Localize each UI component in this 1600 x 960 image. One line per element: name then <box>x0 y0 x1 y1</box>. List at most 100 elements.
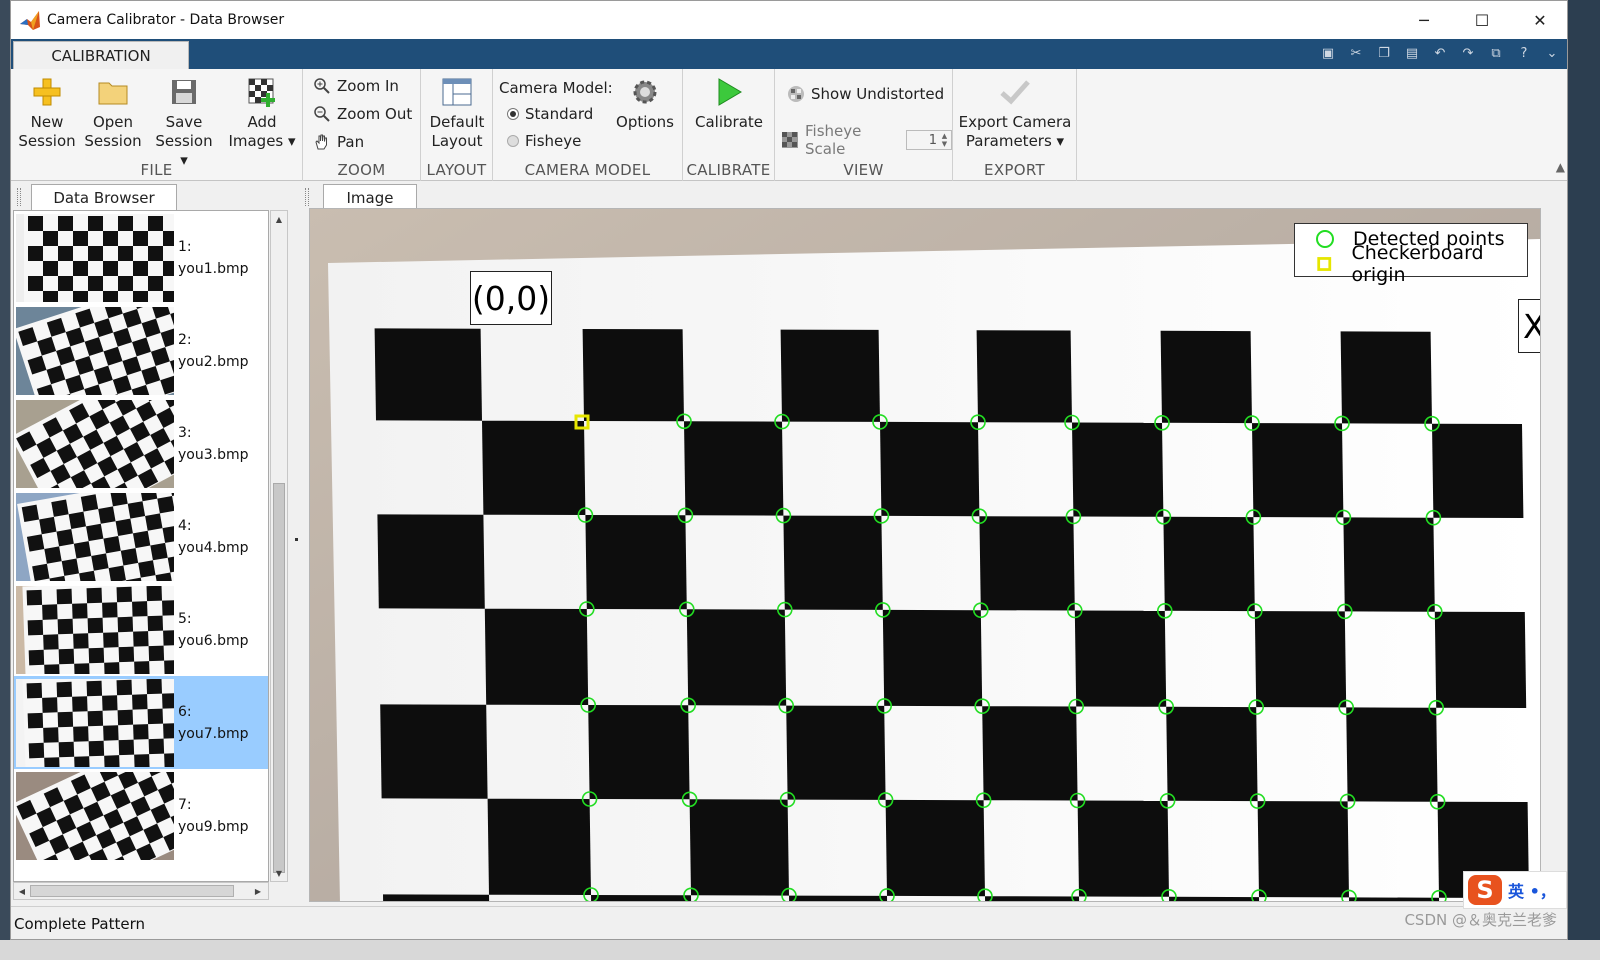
detected-point-icon <box>1316 230 1334 248</box>
tab-image[interactable]: Image <box>323 184 417 210</box>
panel-grip-icon[interactable] <box>17 188 21 206</box>
checker-square <box>484 608 589 705</box>
copy-icon[interactable]: ❐ <box>1373 42 1395 64</box>
origin-coordinate-label: (0,0) <box>470 271 552 325</box>
scroll-left-icon[interactable]: ◀ <box>14 883 30 899</box>
list-item-index: 6: <box>178 703 192 720</box>
save-icon[interactable]: ▣ <box>1317 42 1339 64</box>
camera-model-heading: Camera Model: <box>499 79 613 97</box>
scroll-right-icon[interactable]: ▶ <box>250 883 266 899</box>
checker-square <box>1343 517 1435 612</box>
options-button[interactable]: Options <box>613 75 677 132</box>
list-item[interactable]: 5: you6.bmp <box>14 583 268 676</box>
list-item-index: 4: <box>178 517 192 534</box>
export-group-label: EXPORT <box>984 161 1045 179</box>
calibrate-group: Calibrate CALIBRATE <box>683 69 775 181</box>
floppy-disk-icon <box>167 75 201 109</box>
checker-square <box>985 896 1080 901</box>
new-session-button[interactable]: New Session <box>18 75 76 151</box>
checker-square <box>1169 896 1260 901</box>
legend: Detected points Checkerboard origin <box>1294 223 1528 286</box>
collapse-ribbon-icon[interactable]: ▲ <box>1556 160 1565 174</box>
list-item[interactable]: 3: you3.bmp <box>14 397 268 490</box>
ime-indicator[interactable]: S 英 •， <box>1463 871 1567 909</box>
image-panel-grip-icon[interactable] <box>305 188 309 206</box>
fisheye-label: Fisheye <box>525 132 582 150</box>
list-item-filename: you1.bmp <box>178 260 249 277</box>
undo-icon[interactable]: ↶ <box>1429 42 1451 64</box>
list-item-filename: you3.bmp <box>178 446 249 463</box>
checker-square <box>1434 611 1527 708</box>
spinner-arrows-icon[interactable]: ▲ ▼ <box>939 132 950 148</box>
options-label: Options <box>616 113 674 131</box>
zoom-in-label: Zoom In <box>337 77 399 95</box>
checker-square <box>582 329 684 422</box>
zoom-group-label: ZOOM <box>337 161 386 179</box>
open-session-button[interactable]: Open Session <box>84 75 142 151</box>
standard-radio[interactable]: Standard <box>507 105 593 123</box>
export-camera-parameters-button[interactable]: Export Camera Parameters ▾ <box>957 75 1073 151</box>
checker-square <box>1072 422 1164 517</box>
add-checkerboard-icon <box>245 75 279 109</box>
standard-label: Standard <box>525 105 594 123</box>
pan-button[interactable]: Pan <box>313 133 364 151</box>
list-item-index: 2: <box>178 331 192 348</box>
zoom-group: Zoom In Zoom Out Pan ZOOM <box>303 69 421 181</box>
list-item-label: 4: you4.bmp <box>178 515 249 559</box>
calibration-image[interactable]: (0,0) X- Detected points Checkerboard or… <box>309 208 1541 902</box>
list-item[interactable]: 1: you1.bmp <box>14 211 268 304</box>
fisheye-scale-control: Fisheye Scale 1 ▲ ▼ <box>781 122 952 158</box>
desktop-bottom-edge <box>0 940 1600 960</box>
paste-icon[interactable]: ▤ <box>1401 42 1423 64</box>
horizontal-scroll-thumb[interactable] <box>30 885 234 897</box>
zoom-out-button[interactable]: Zoom Out <box>313 105 412 123</box>
maximize-button[interactable]: ☐ <box>1453 1 1511 39</box>
fisheye-scale-spinner[interactable]: 1 ▲ ▼ <box>906 130 952 150</box>
window-layout-icon[interactable]: ⧉ <box>1485 42 1507 64</box>
add-images-button[interactable]: Add Images ▾ <box>227 75 297 151</box>
standard-radio-dot[interactable] <box>507 108 519 120</box>
checker-square <box>383 894 490 901</box>
show-undistorted-button[interactable]: Show Undistorted <box>787 85 944 103</box>
scroll-up-icon[interactable]: ▲ <box>271 211 287 227</box>
image-thumbnail <box>16 492 174 581</box>
checker-square <box>684 421 784 516</box>
horizontal-scrollbar[interactable]: ◀ ▶ <box>13 882 269 900</box>
checker-square <box>689 799 789 896</box>
layout-grid-icon <box>440 75 474 109</box>
status-text: Complete Pattern <box>14 914 146 933</box>
vertical-scrollbar[interactable]: ▲ ▼ <box>270 210 288 882</box>
watermark: CSDN @＆奥克兰老爹 <box>1404 911 1557 929</box>
save-session-button[interactable]: Save Session ▾ <box>151 75 217 170</box>
list-item[interactable]: 4: you4.bmp <box>14 490 268 583</box>
ime-logo-icon: S <box>1468 875 1502 905</box>
tab-data-browser[interactable]: Data Browser <box>31 184 177 210</box>
vertical-scroll-thumb[interactable] <box>273 483 285 873</box>
show-undistorted-label: Show Undistorted <box>811 85 945 103</box>
list-item[interactable]: 7: you9.bmp <box>14 769 268 862</box>
panel-splitter[interactable] <box>291 182 301 904</box>
help-icon[interactable]: ? <box>1513 42 1535 64</box>
list-item[interactable]: 6: you7.bmp <box>14 676 268 769</box>
calibrate-button[interactable]: Calibrate <box>689 75 769 132</box>
default-layout-button[interactable]: Default Layout <box>427 75 487 151</box>
checker-square <box>1160 330 1252 424</box>
list-item-filename: you4.bmp <box>178 539 249 556</box>
add-images-label-1: Add <box>247 113 277 131</box>
scroll-down-icon[interactable]: ▼ <box>271 865 287 881</box>
redo-icon[interactable]: ↷ <box>1457 42 1479 64</box>
checker-square <box>976 330 1072 423</box>
cut-icon[interactable]: ✂ <box>1345 42 1367 64</box>
zoom-in-button[interactable]: Zoom In <box>313 77 399 95</box>
image-panel: Image (0,0) Detected points Checkerboard… <box>301 182 1567 904</box>
close-button[interactable]: ✕ <box>1511 1 1567 39</box>
calibrate-group-label: CALIBRATE <box>686 161 771 179</box>
pan-label: Pan <box>337 133 365 151</box>
tab-calibration[interactable]: CALIBRATION <box>13 41 189 69</box>
save-session-label-1: Save <box>165 113 203 131</box>
minimize-button[interactable]: ─ <box>1395 1 1453 39</box>
fisheye-radio-dot[interactable] <box>507 135 519 147</box>
expand-icon[interactable]: ⌄ <box>1541 42 1563 64</box>
list-item[interactable]: 2: you2.bmp <box>14 304 268 397</box>
fisheye-radio[interactable]: Fisheye <box>507 132 581 150</box>
